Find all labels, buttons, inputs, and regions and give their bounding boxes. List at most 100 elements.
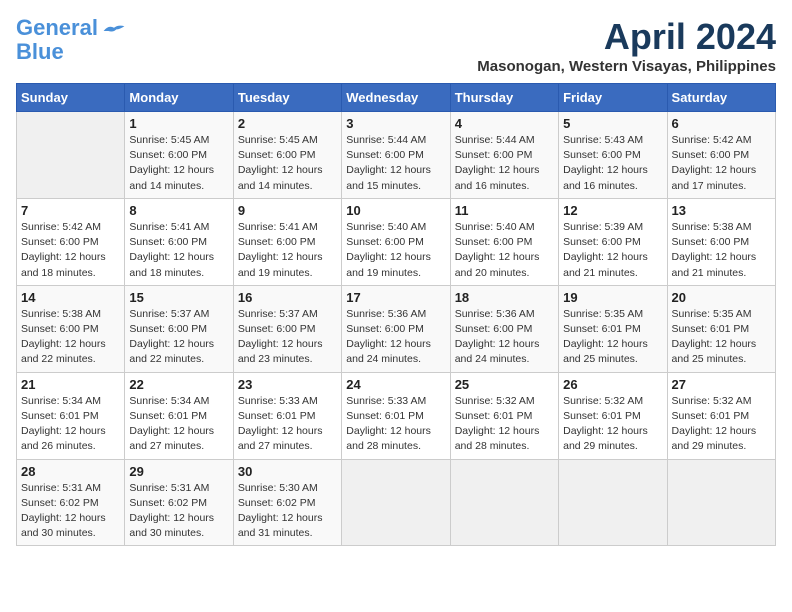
day-info: Sunrise: 5:33 AM Sunset: 6:01 PM Dayligh… <box>346 394 445 455</box>
day-number: 25 <box>455 377 554 392</box>
day-number: 10 <box>346 203 445 218</box>
calendar-cell: 14 Sunrise: 5:38 AM Sunset: 6:00 PM Dayli… <box>17 285 125 372</box>
calendar-week-row: 14 Sunrise: 5:38 AM Sunset: 6:00 PM Dayli… <box>17 285 776 372</box>
day-info: Sunrise: 5:33 AM Sunset: 6:01 PM Dayligh… <box>238 394 337 455</box>
day-header-wednesday: Wednesday <box>342 84 450 112</box>
day-number: 2 <box>238 116 337 131</box>
day-info: Sunrise: 5:44 AM Sunset: 6:00 PM Dayligh… <box>346 133 445 194</box>
day-header-friday: Friday <box>559 84 667 112</box>
day-number: 6 <box>672 116 771 131</box>
day-number: 18 <box>455 290 554 305</box>
day-info: Sunrise: 5:34 AM Sunset: 6:01 PM Dayligh… <box>129 394 228 455</box>
day-info: Sunrise: 5:30 AM Sunset: 6:02 PM Dayligh… <box>238 481 337 542</box>
calendar-cell: 4 Sunrise: 5:44 AM Sunset: 6:00 PM Daylig… <box>450 112 558 199</box>
calendar-cell: 29 Sunrise: 5:31 AM Sunset: 6:02 PM Dayli… <box>125 459 233 546</box>
day-info: Sunrise: 5:31 AM Sunset: 6:02 PM Dayligh… <box>21 481 120 542</box>
calendar-week-row: 1 Sunrise: 5:45 AM Sunset: 6:00 PM Daylig… <box>17 112 776 199</box>
calendar-cell <box>17 112 125 199</box>
day-header-thursday: Thursday <box>450 84 558 112</box>
calendar-cell: 1 Sunrise: 5:45 AM Sunset: 6:00 PM Daylig… <box>125 112 233 199</box>
calendar-cell: 21Sunrise: 5:34 AM Sunset: 6:01 PM Dayli… <box>17 372 125 459</box>
calendar-cell: 19 Sunrise: 5:35 AM Sunset: 6:01 PM Dayli… <box>559 285 667 372</box>
calendar-cell <box>667 459 775 546</box>
calendar-table: SundayMondayTuesdayWednesdayThursdayFrid… <box>16 83 776 546</box>
day-number: 28 <box>21 464 120 479</box>
logo-bird-icon <box>102 23 126 39</box>
day-number: 4 <box>455 116 554 131</box>
day-info: Sunrise: 5:37 AM Sunset: 6:00 PM Dayligh… <box>238 307 337 368</box>
day-number: 29 <box>129 464 228 479</box>
day-info: Sunrise: 5:31 AM Sunset: 6:02 PM Dayligh… <box>129 481 228 542</box>
day-info: Sunrise: 5:38 AM Sunset: 6:00 PM Dayligh… <box>672 220 771 281</box>
calendar-cell: 24 Sunrise: 5:33 AM Sunset: 6:01 PM Dayli… <box>342 372 450 459</box>
calendar-cell: 17 Sunrise: 5:36 AM Sunset: 6:00 PM Dayli… <box>342 285 450 372</box>
calendar-week-row: 28 Sunrise: 5:31 AM Sunset: 6:02 PM Dayli… <box>17 459 776 546</box>
day-number: 17 <box>346 290 445 305</box>
calendar-cell: 5Sunrise: 5:43 AM Sunset: 6:00 PM Daylig… <box>559 112 667 199</box>
calendar-cell: 2 Sunrise: 5:45 AM Sunset: 6:00 PM Daylig… <box>233 112 341 199</box>
day-number: 1 <box>129 116 228 131</box>
day-info: Sunrise: 5:32 AM Sunset: 6:01 PM Dayligh… <box>563 394 662 455</box>
location-subtitle: Masonogan, Western Visayas, Philippines <box>477 58 776 75</box>
day-number: 26 <box>563 377 662 392</box>
day-number: 23 <box>238 377 337 392</box>
calendar-cell: 23 Sunrise: 5:33 AM Sunset: 6:01 PM Dayli… <box>233 372 341 459</box>
day-number: 14 <box>21 290 120 305</box>
calendar-cell: 10 Sunrise: 5:40 AM Sunset: 6:00 PM Dayli… <box>342 198 450 285</box>
day-number: 13 <box>672 203 771 218</box>
day-number: 20 <box>672 290 771 305</box>
day-info: Sunrise: 5:43 AM Sunset: 6:00 PM Dayligh… <box>563 133 662 194</box>
day-info: Sunrise: 5:32 AM Sunset: 6:01 PM Dayligh… <box>672 394 771 455</box>
day-info: Sunrise: 5:37 AM Sunset: 6:00 PM Dayligh… <box>129 307 228 368</box>
calendar-cell: 20Sunrise: 5:35 AM Sunset: 6:01 PM Dayli… <box>667 285 775 372</box>
day-header-sunday: Sunday <box>17 84 125 112</box>
day-info: Sunrise: 5:40 AM Sunset: 6:00 PM Dayligh… <box>346 220 445 281</box>
day-number: 8 <box>129 203 228 218</box>
calendar-cell: 6 Sunrise: 5:42 AM Sunset: 6:00 PM Daylig… <box>667 112 775 199</box>
day-info: Sunrise: 5:32 AM Sunset: 6:01 PM Dayligh… <box>455 394 554 455</box>
logo: GeneralBlue <box>16 16 126 64</box>
calendar-cell: 8 Sunrise: 5:41 AM Sunset: 6:00 PM Daylig… <box>125 198 233 285</box>
day-number: 22 <box>129 377 228 392</box>
day-info: Sunrise: 5:36 AM Sunset: 6:00 PM Dayligh… <box>346 307 445 368</box>
day-number: 21 <box>21 377 120 392</box>
calendar-cell <box>342 459 450 546</box>
day-info: Sunrise: 5:39 AM Sunset: 6:00 PM Dayligh… <box>563 220 662 281</box>
logo-text: GeneralBlue <box>16 16 98 64</box>
calendar-cell: 11Sunrise: 5:40 AM Sunset: 6:00 PM Dayli… <box>450 198 558 285</box>
day-number: 9 <box>238 203 337 218</box>
day-info: Sunrise: 5:36 AM Sunset: 6:00 PM Dayligh… <box>455 307 554 368</box>
day-number: 12 <box>563 203 662 218</box>
day-info: Sunrise: 5:35 AM Sunset: 6:01 PM Dayligh… <box>563 307 662 368</box>
day-number: 19 <box>563 290 662 305</box>
day-info: Sunrise: 5:45 AM Sunset: 6:00 PM Dayligh… <box>238 133 337 194</box>
calendar-cell: 16Sunrise: 5:37 AM Sunset: 6:00 PM Dayli… <box>233 285 341 372</box>
calendar-cell: 18 Sunrise: 5:36 AM Sunset: 6:00 PM Dayli… <box>450 285 558 372</box>
day-header-tuesday: Tuesday <box>233 84 341 112</box>
day-info: Sunrise: 5:38 AM Sunset: 6:00 PM Dayligh… <box>21 307 120 368</box>
calendar-cell: 12 Sunrise: 5:39 AM Sunset: 6:00 PM Dayli… <box>559 198 667 285</box>
calendar-cell: 15 Sunrise: 5:37 AM Sunset: 6:00 PM Dayli… <box>125 285 233 372</box>
month-title: April 2024 <box>477 16 776 58</box>
day-number: 24 <box>346 377 445 392</box>
calendar-cell <box>559 459 667 546</box>
day-header-saturday: Saturday <box>667 84 775 112</box>
day-info: Sunrise: 5:41 AM Sunset: 6:00 PM Dayligh… <box>129 220 228 281</box>
page-header: GeneralBlue April 2024 Masonogan, Wester… <box>16 16 776 75</box>
calendar-cell: 13 Sunrise: 5:38 AM Sunset: 6:00 PM Dayli… <box>667 198 775 285</box>
day-number: 3 <box>346 116 445 131</box>
day-info: Sunrise: 5:45 AM Sunset: 6:00 PM Dayligh… <box>129 133 228 194</box>
day-info: Sunrise: 5:41 AM Sunset: 6:00 PM Dayligh… <box>238 220 337 281</box>
calendar-cell: 3 Sunrise: 5:44 AM Sunset: 6:00 PM Daylig… <box>342 112 450 199</box>
calendar-cell: 22 Sunrise: 5:34 AM Sunset: 6:01 PM Dayli… <box>125 372 233 459</box>
day-info: Sunrise: 5:44 AM Sunset: 6:00 PM Dayligh… <box>455 133 554 194</box>
calendar-cell: 9 Sunrise: 5:41 AM Sunset: 6:00 PM Daylig… <box>233 198 341 285</box>
day-number: 15 <box>129 290 228 305</box>
calendar-cell: 27 Sunrise: 5:32 AM Sunset: 6:01 PM Dayli… <box>667 372 775 459</box>
day-number: 11 <box>455 203 554 218</box>
day-info: Sunrise: 5:42 AM Sunset: 6:00 PM Dayligh… <box>21 220 120 281</box>
day-info: Sunrise: 5:42 AM Sunset: 6:00 PM Dayligh… <box>672 133 771 194</box>
day-number: 27 <box>672 377 771 392</box>
calendar-week-row: 21 Sunrise: 5:34 AM Sunset: 6:01 PM Dayli… <box>17 372 776 459</box>
calendar-header-row: SundayMondayTuesdayWednesdayThursdayFrid… <box>17 84 776 112</box>
